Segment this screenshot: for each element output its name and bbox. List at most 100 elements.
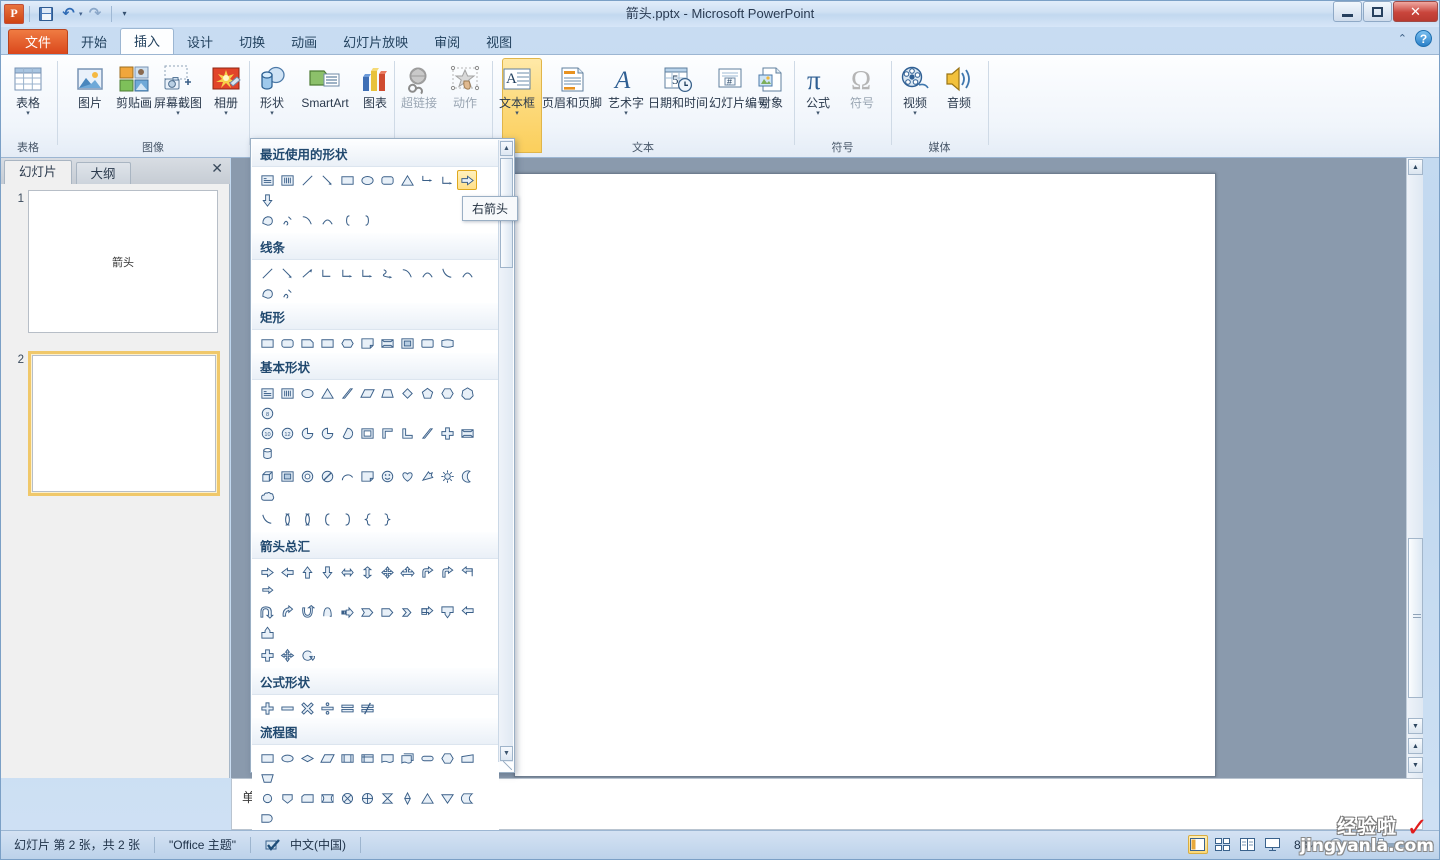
list-item[interactable]: 1 箭头 [8,190,229,333]
collapse-ribbon-icon[interactable]: ⌃ [1398,32,1407,45]
shape-item[interactable] [257,788,277,808]
ribbon-button-wordart[interactable]: A 艺术字 ▾ [603,61,649,117]
shape-item[interactable] [437,602,457,622]
shape-item[interactable] [257,283,277,303]
shape-item[interactable] [317,423,337,443]
shape-item[interactable] [457,466,477,486]
shape-item[interactable] [397,170,417,190]
shape-item[interactable] [377,423,397,443]
shape-item[interactable] [257,509,277,529]
shape-item[interactable] [397,466,417,486]
shape-item[interactable] [357,698,377,718]
shape-item[interactable] [397,788,417,808]
shape-item[interactable] [277,283,297,303]
maximize-button[interactable] [1363,1,1392,22]
shape-item[interactable] [337,383,357,403]
shape-item[interactable] [317,333,337,353]
shape-item[interactable] [297,788,317,808]
tab-3[interactable]: 设计 [174,30,226,55]
shape-item[interactable] [257,622,277,642]
ribbon-button-shapes[interactable]: 形状 ▾ [250,61,294,117]
shape-item[interactable] [317,509,337,529]
ribbon-button-action[interactable]: 动作 [441,61,489,110]
shape-item[interactable] [257,486,277,506]
shape-item[interactable] [417,748,437,768]
previous-slide-icon[interactable]: ▲ [1408,738,1423,754]
slide-thumbnail[interactable]: 箭头 [28,190,218,333]
shape-item[interactable] [357,170,377,190]
view-reading[interactable] [1238,835,1258,854]
gallery-scroll-down-icon[interactable]: ▼ [500,746,513,761]
powerpoint-logo-icon[interactable]: P [4,3,24,24]
shape-item[interactable] [377,170,397,190]
undo-button[interactable]: ↶ [58,3,79,24]
shape-item[interactable] [357,788,377,808]
shape-item[interactable] [437,562,457,582]
shape-item[interactable] [257,698,277,718]
ribbon-button-table[interactable]: 表格 ▾ [0,61,56,117]
shape-item[interactable] [277,562,297,582]
shape-item[interactable] [317,788,337,808]
language-status[interactable]: 中文(中国) [251,835,360,855]
ribbon-button-hyperlink[interactable]: 超链接 [395,61,443,110]
shape-item[interactable] [417,333,437,353]
shape-item[interactable] [337,509,357,529]
save-button[interactable] [35,3,56,24]
tab-6[interactable]: 幻灯片放映 [330,30,421,55]
shape-item[interactable] [337,333,357,353]
shape-item[interactable] [257,383,277,403]
shape-item[interactable] [317,466,337,486]
chevron-down-icon[interactable]: ▾ [0,110,56,117]
shape-item[interactable] [257,602,277,622]
shape-item[interactable] [297,333,317,353]
shape-item[interactable] [277,748,297,768]
shape-item[interactable] [397,263,417,283]
customize-qat-button[interactable]: ▾ [117,3,133,24]
shape-item[interactable] [397,748,417,768]
slide-position-status[interactable]: 幻灯片 第 2 张，共 2 张 [0,835,154,855]
shape-item[interactable] [437,788,457,808]
shape-item[interactable] [297,383,317,403]
shape-item[interactable] [357,333,377,353]
shape-item[interactable] [257,170,277,190]
shape-item[interactable] [277,788,297,808]
shape-item[interactable] [257,443,277,463]
close-pane-icon[interactable]: ✕ [211,161,223,177]
shape-item[interactable] [437,466,457,486]
ribbon-button-symbol[interactable]: Ω 符号 [839,61,885,110]
shape-item[interactable] [257,582,277,602]
shape-item[interactable] [437,263,457,283]
chevron-down-icon[interactable]: ▾ [795,110,841,117]
shape-item[interactable] [297,562,317,582]
shape-item[interactable] [357,748,377,768]
shape-item[interactable] [397,602,417,622]
shape-item[interactable] [337,698,357,718]
shape-item[interactable] [317,602,337,622]
tab-5[interactable]: 动画 [278,30,330,55]
shape-item[interactable] [457,748,477,768]
view-slideshow[interactable] [1263,835,1283,854]
list-item[interactable]: 2 [8,351,229,496]
shape-item[interactable] [437,170,457,190]
shape-item[interactable] [297,645,317,665]
shape-item[interactable] [277,602,297,622]
shape-item[interactable] [377,383,397,403]
undo-dropdown-icon[interactable]: ▾ [79,10,83,18]
shape-item[interactable] [297,509,317,529]
shape-item[interactable] [277,210,297,230]
shape-item[interactable] [437,748,457,768]
shape-item[interactable] [277,333,297,353]
shape-item[interactable] [277,170,297,190]
shape-item[interactable] [317,698,337,718]
chevron-down-icon[interactable]: ▾ [603,110,649,117]
shapes-gallery-dropdown[interactable]: 最近使用的形状线条矩形基本形状81012箭头总汇公式形状流程图星与旗帜81012… [250,138,515,860]
shape-item[interactable] [377,602,397,622]
ribbon-button-equation[interactable]: π 公式 ▾ [795,61,841,117]
shape-item[interactable] [457,383,477,403]
shape-item[interactable] [377,562,397,582]
view-normal[interactable] [1187,835,1208,854]
shape-item[interactable] [337,263,357,283]
shape-item[interactable] [377,748,397,768]
shape-item[interactable] [257,562,277,582]
shape-item[interactable] [417,383,437,403]
